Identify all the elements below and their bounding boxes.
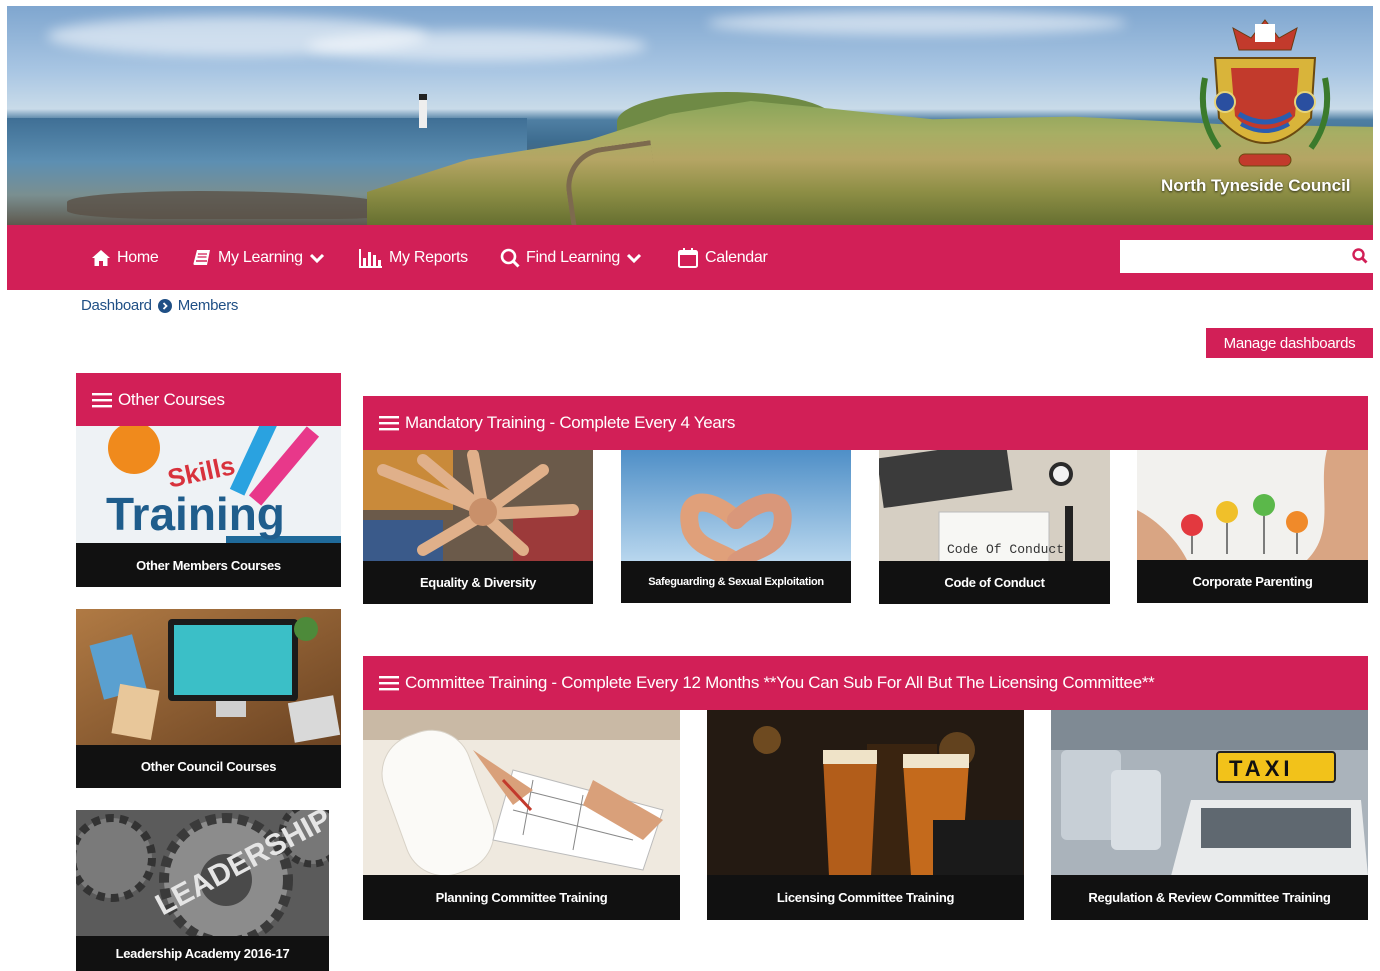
search-input[interactable] bbox=[1120, 240, 1373, 273]
chevron-right-icon bbox=[157, 298, 172, 313]
council-name: North Tyneside Council bbox=[1161, 176, 1351, 195]
other-courses-title: Other Courses bbox=[118, 389, 225, 409]
manage-dashboards-button[interactable]: Manage dashboards bbox=[1206, 328, 1373, 358]
committee-training-title: Committee Training - Complete Every 12 M… bbox=[405, 673, 1155, 692]
main-navigation: Home My Learning My Reports Find Learnin… bbox=[7, 225, 1373, 290]
menu-icon bbox=[379, 416, 399, 431]
search-icon bbox=[500, 248, 520, 268]
beer-glasses-image bbox=[707, 710, 1024, 876]
heart-hands-image bbox=[621, 450, 851, 562]
mandatory-training-title: Mandatory Training - Complete Every 4 Ye… bbox=[405, 413, 736, 432]
desk-computer-image bbox=[76, 609, 341, 745]
other-courses-header: Other Courses bbox=[76, 373, 341, 426]
book-icon bbox=[193, 250, 210, 265]
tile-planning-committee[interactable]: Planning Committee Training bbox=[363, 710, 680, 920]
committee-training-header: Committee Training - Complete Every 12 M… bbox=[363, 656, 1368, 710]
breadcrumb-dashboard[interactable]: Dashboard bbox=[81, 297, 152, 314]
nav-calendar[interactable]: Calendar bbox=[677, 245, 768, 271]
nav-my-reports[interactable]: My Reports bbox=[359, 245, 468, 271]
tile-other-members-courses[interactable]: Skills Training Other Members Courses bbox=[76, 426, 341, 587]
tile-caption: Licensing Committee Training bbox=[707, 875, 1024, 920]
tile-safeguarding[interactable]: Safeguarding & Sexual Exploitation bbox=[621, 450, 851, 603]
tile-equality-diversity[interactable]: Equality & Diversity bbox=[363, 450, 593, 604]
tile-licensing-committee[interactable]: Licensing Committee Training bbox=[707, 710, 1024, 920]
tile-caption: Corporate Parenting bbox=[1137, 560, 1368, 603]
training-image-text: Training bbox=[106, 488, 285, 540]
tile-caption: Planning Committee Training bbox=[363, 875, 680, 920]
council-crest-logo bbox=[1199, 19, 1331, 167]
bar-chart-icon bbox=[359, 249, 382, 268]
home-icon bbox=[92, 250, 110, 266]
tile-regulation-review-committee[interactable]: TAXI Regulation & Review Committee Train… bbox=[1051, 710, 1368, 920]
leadership-gears-image: LEADERSHIP bbox=[76, 810, 329, 940]
nav-my-reports-label: My Reports bbox=[389, 249, 468, 266]
tile-caption: Regulation & Review Committee Training bbox=[1051, 875, 1368, 920]
tile-caption: Code of Conduct bbox=[879, 561, 1110, 604]
chevron-down-icon bbox=[626, 253, 642, 264]
tile-caption: Other Council Courses bbox=[76, 745, 341, 788]
tile-caption: Safeguarding & Sexual Exploitation bbox=[621, 561, 851, 603]
mandatory-training-header: Mandatory Training - Complete Every 4 Ye… bbox=[363, 396, 1368, 450]
notebook-desk-image: Code Of Conduct bbox=[879, 450, 1110, 562]
nav-home-label: Home bbox=[117, 249, 159, 266]
nav-calendar-label: Calendar bbox=[705, 249, 768, 266]
code-of-conduct-image-text: Code Of Conduct bbox=[947, 542, 1064, 557]
tile-caption: Other Members Courses bbox=[76, 543, 341, 587]
taxi-image: TAXI bbox=[1051, 710, 1368, 876]
tile-caption: Leadership Academy 2016-17 bbox=[76, 936, 329, 971]
nav-home[interactable]: Home bbox=[91, 245, 159, 271]
tile-corporate-parenting[interactable]: Corporate Parenting bbox=[1137, 450, 1368, 603]
nav-find-learning[interactable]: Find Learning bbox=[500, 245, 642, 271]
menu-icon bbox=[379, 676, 399, 691]
hands-together-image bbox=[363, 450, 593, 562]
smiley-faces-image bbox=[1137, 450, 1368, 560]
breadcrumb-members[interactable]: Members bbox=[178, 297, 239, 314]
nav-find-learning-label: Find Learning bbox=[526, 249, 620, 266]
header-banner: North Tyneside Council bbox=[7, 6, 1373, 225]
tile-code-of-conduct[interactable]: Code Of Conduct Code of Conduct bbox=[879, 450, 1110, 604]
menu-icon bbox=[92, 392, 112, 407]
blueprints-image bbox=[363, 710, 680, 876]
skills-training-image: Skills Training bbox=[76, 426, 341, 543]
nav-my-learning[interactable]: My Learning bbox=[192, 245, 325, 271]
taxi-sign-text: TAXI bbox=[1229, 756, 1293, 781]
search-submit-icon[interactable] bbox=[1352, 248, 1368, 264]
chevron-down-icon bbox=[309, 253, 324, 264]
breadcrumb: Dashboard Members bbox=[81, 297, 238, 314]
calendar-icon bbox=[678, 248, 698, 268]
tile-caption: Equality & Diversity bbox=[363, 561, 593, 604]
tile-other-council-courses[interactable]: Other Council Courses bbox=[76, 609, 341, 788]
lighthouse-image bbox=[419, 94, 427, 128]
tile-leadership-academy[interactable]: LEADERSHIP Leadership Academy 2016-17 bbox=[76, 810, 329, 971]
nav-my-learning-label: My Learning bbox=[218, 249, 303, 266]
